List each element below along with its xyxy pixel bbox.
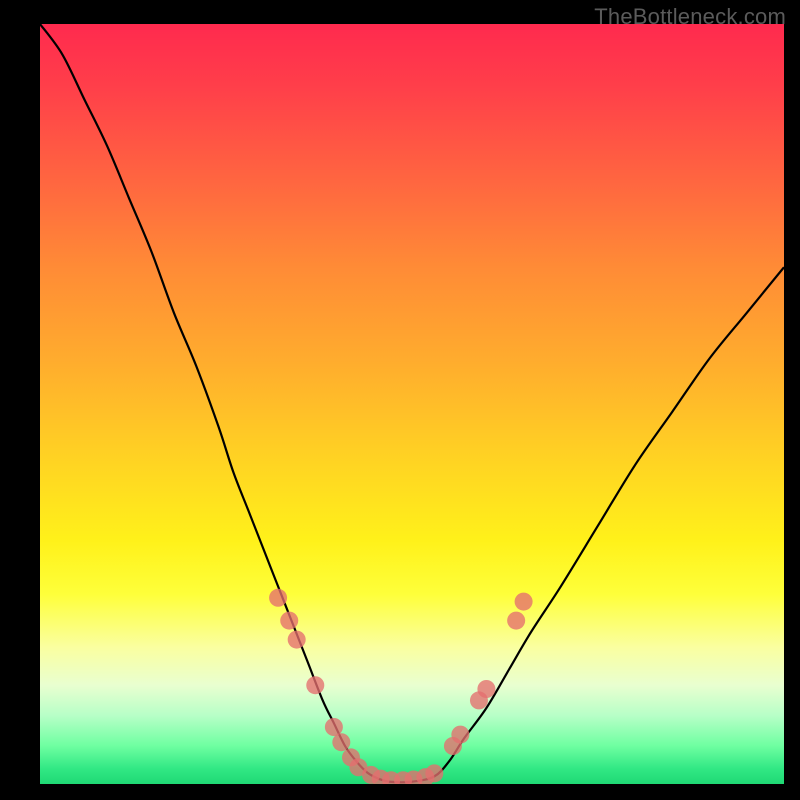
watermark-text: TheBottleneck.com <box>594 4 786 30</box>
curve-marker <box>288 631 306 649</box>
curve-marker <box>451 726 469 744</box>
curve-marker <box>425 764 443 782</box>
curve-markers <box>269 589 533 784</box>
curve-marker <box>332 733 350 751</box>
chart-svg <box>40 24 784 784</box>
chart-frame: TheBottleneck.com <box>0 0 800 800</box>
curve-marker <box>477 680 495 698</box>
curve-marker <box>280 612 298 630</box>
curve-marker <box>269 589 287 607</box>
curve-marker <box>515 593 533 611</box>
curve-marker <box>306 676 324 694</box>
plot-area <box>40 24 784 784</box>
curve-marker <box>507 612 525 630</box>
bottleneck-curve <box>40 24 784 782</box>
